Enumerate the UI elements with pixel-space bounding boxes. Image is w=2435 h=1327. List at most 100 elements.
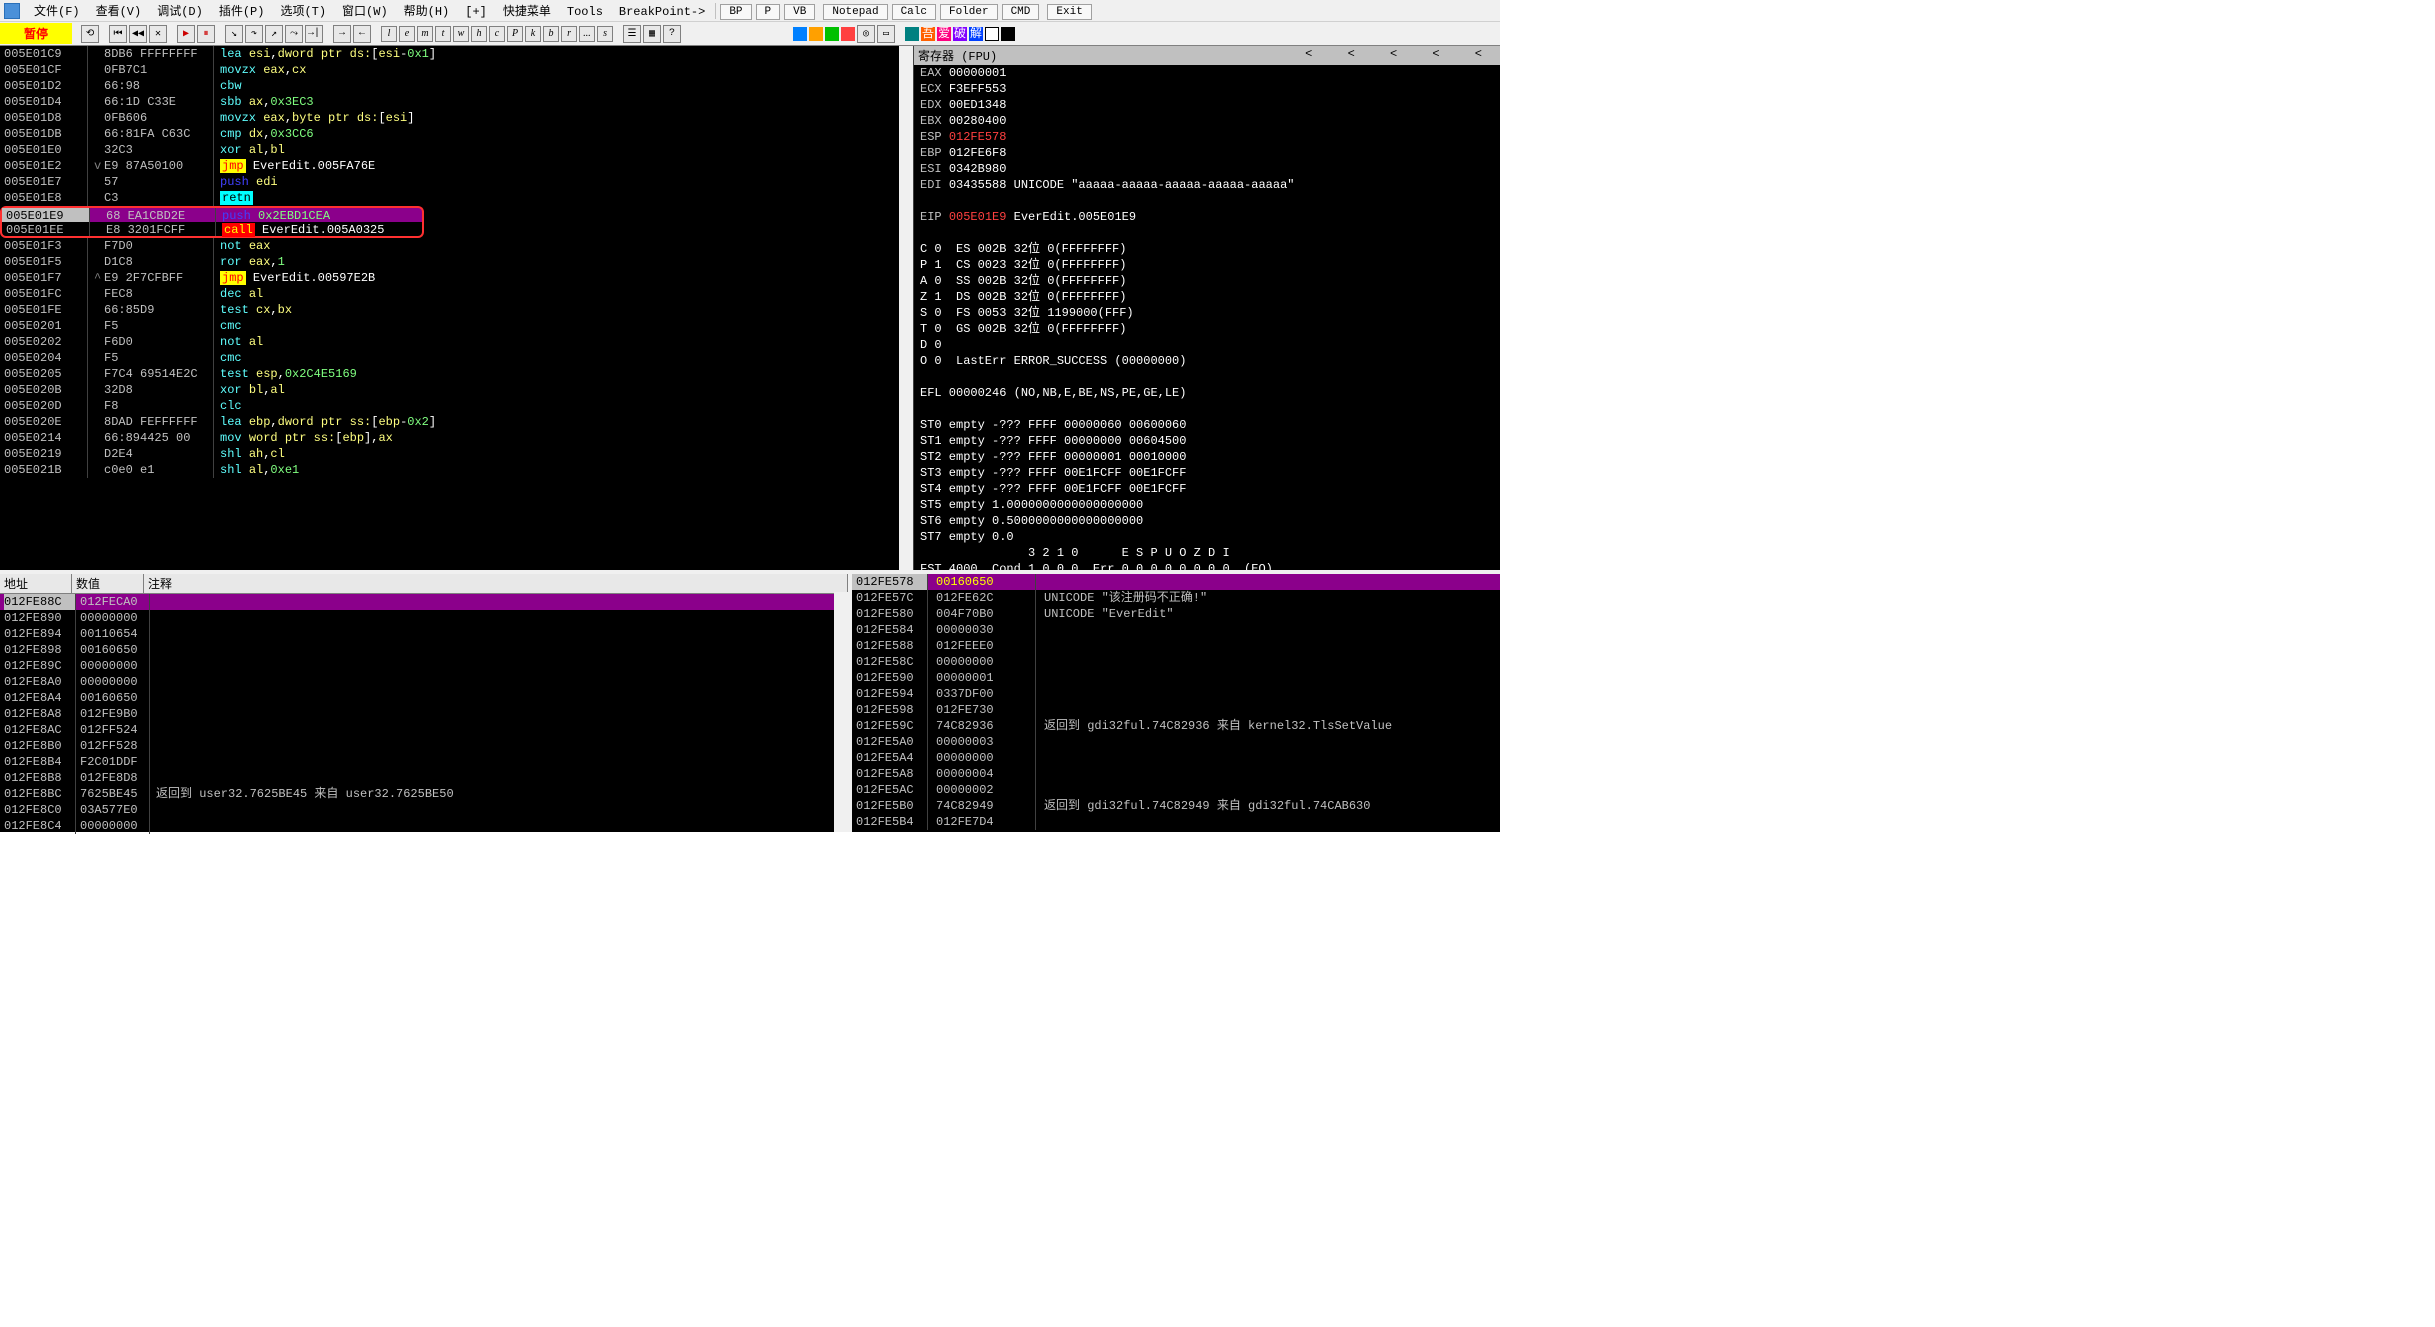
menu-button[interactable]: CMD [1002, 4, 1040, 20]
toolbar-letter-button[interactable]: t [435, 26, 451, 42]
register-line[interactable]: C 0 ES 002B 32位 0(FFFFFFFF) [914, 241, 1500, 257]
menu-item[interactable]: 调试(D) [149, 3, 211, 21]
stack-row[interactable]: 012FE5A800000004 [852, 766, 1500, 782]
disasm-row[interactable]: 005E0219 D2E4shl ah,cl [0, 446, 913, 462]
register-line[interactable] [914, 225, 1500, 241]
toolbar-close-icon[interactable]: ✕ [149, 25, 167, 43]
disasm-row[interactable]: 005E01E2vE9 87A50100jmp EverEdit.005FA76… [0, 158, 913, 174]
disasm-row[interactable]: 005E01E7 57push edi [0, 174, 913, 190]
stack-row[interactable]: 012FE5AC00000002 [852, 782, 1500, 798]
menu-item[interactable]: 快捷菜单 [495, 3, 559, 21]
chevron-left-icon[interactable]: < [1475, 47, 1482, 61]
cjk-box-5[interactable]: 解 [969, 27, 983, 41]
cjk-box-6[interactable] [985, 27, 999, 41]
register-line[interactable]: Z 1 DS 002B 32位 0(FFFFFFFF) [914, 289, 1500, 305]
toolbar-letter-button[interactable]: r [561, 26, 577, 42]
toolbar-letter-button[interactable]: b [543, 26, 559, 42]
register-line[interactable]: ST6 empty 0.5000000000000000000 [914, 513, 1500, 529]
menu-item[interactable]: 文件(F) [26, 3, 88, 21]
register-line[interactable]: ST4 empty -??? FFFF 00E1FCFF 00E1FCFF [914, 481, 1500, 497]
disasm-row[interactable]: 005E01E0 32C3xor al,bl [0, 142, 913, 158]
register-line[interactable]: T 0 GS 002B 32位 0(FFFFFFFF) [914, 321, 1500, 337]
disasm-row[interactable]: 005E01E8 C3retn [0, 190, 913, 206]
dump-row[interactable]: 012FE8AC012FF524 [0, 722, 848, 738]
menu-item[interactable]: [+] [457, 3, 495, 21]
register-line[interactable]: EBP 012FE6F8 [914, 145, 1500, 161]
scrollbar[interactable] [899, 46, 913, 570]
stack-row[interactable]: 012FE5B074C82949返回到 gdi32ful.74C82949 来自… [852, 798, 1500, 814]
toolbar-letter-button[interactable]: ... [579, 26, 595, 42]
disasm-row[interactable]: 005E0214 66:894425 00mov word ptr ss:[eb… [0, 430, 913, 446]
stack-row[interactable]: 012FE5940337DF00 [852, 686, 1500, 702]
cjk-box-2[interactable]: 吾 [921, 27, 935, 41]
color-box-blue[interactable] [793, 27, 807, 41]
menu-button[interactable]: BP [720, 4, 751, 20]
menu-button[interactable]: Notepad [823, 4, 887, 20]
toolbar-rewind-icon[interactable]: ⏮ [109, 25, 127, 43]
disasm-row[interactable]: 005E01CF 0FB7C1movzx eax,cx [0, 62, 913, 78]
menu-button[interactable]: Exit [1047, 4, 1091, 20]
disasm-row[interactable]: 005E0201 F5cmc [0, 318, 913, 334]
register-line[interactable]: P 1 CS 0023 32位 0(FFFFFFFF) [914, 257, 1500, 273]
toolbar-goto-icon[interactable]: → [333, 25, 351, 43]
disasm-row[interactable]: 005E01DB 66:81FA C63Ccmp dx,0x3CC6 [0, 126, 913, 142]
register-line[interactable] [914, 369, 1500, 385]
cjk-box-7[interactable] [1001, 27, 1015, 41]
toolbar-letter-button[interactable]: m [417, 26, 433, 42]
toolbar-letter-button[interactable]: e [399, 26, 415, 42]
stack-row[interactable]: 012FE57800160650 [852, 574, 1500, 590]
disasm-row[interactable]: 005E01F3 F7D0not eax [0, 238, 913, 254]
toolbar-stepout-icon[interactable]: ↗ [265, 25, 283, 43]
chevron-left-icon[interactable]: < [1305, 47, 1312, 61]
toolbar-letter-button[interactable]: c [489, 26, 505, 42]
scrollbar[interactable] [834, 592, 848, 832]
toolbar-stepover-icon[interactable]: ↷ [245, 25, 263, 43]
stack-row[interactable]: 012FE5B4012FE7D4 [852, 814, 1500, 830]
stack-pane[interactable]: 012FE57800160650012FE57C012FE62CUNICODE … [848, 570, 1500, 832]
register-line[interactable]: EIP 005E01E9 EverEdit.005E01E9 [914, 209, 1500, 225]
toolbar-letter-button[interactable]: h [471, 26, 487, 42]
stack-row[interactable]: 012FE598012FE730 [852, 702, 1500, 718]
disasm-row[interactable]: 005E01D8 0FB606movzx eax,byte ptr ds:[es… [0, 110, 913, 126]
toolbar-till-icon[interactable]: →| [305, 25, 323, 43]
register-line[interactable]: EAX 00000001 [914, 65, 1500, 81]
dump-row[interactable]: 012FE8B0012FF528 [0, 738, 848, 754]
menu-item[interactable]: 帮助(H) [396, 3, 458, 21]
menu-button[interactable]: P [756, 4, 781, 20]
dump-row[interactable]: 012FE8B8012FE8D8 [0, 770, 848, 786]
dump-row[interactable]: 012FE8C003A577E0 [0, 802, 848, 818]
toolbar-target-icon[interactable]: ◎ [857, 25, 875, 43]
dump-row[interactable]: 012FE89000000000 [0, 610, 848, 626]
toolbar-letter-button[interactable]: w [453, 26, 469, 42]
dump-row[interactable]: 012FE8C400000000 [0, 818, 848, 834]
chevron-left-icon[interactable]: < [1390, 47, 1397, 61]
dump-row[interactable]: 012FE88C012FECA0 [0, 594, 848, 610]
stack-row[interactable]: 012FE5A400000000 [852, 750, 1500, 766]
toolbar-pause-icon[interactable]: ⏸ [197, 25, 215, 43]
register-line[interactable]: EDX 00ED1348 [914, 97, 1500, 113]
register-line[interactable]: D 0 [914, 337, 1500, 353]
cjk-box-1[interactable] [905, 27, 919, 41]
chevron-left-icon[interactable]: < [1348, 47, 1355, 61]
register-line[interactable]: S 0 FS 0053 32位 1199000(FFF) [914, 305, 1500, 321]
disasm-row[interactable]: 005E020D F8clc [0, 398, 913, 414]
register-line[interactable]: EFL 00000246 (NO,NB,E,BE,NS,PE,GE,LE) [914, 385, 1500, 401]
stack-row[interactable]: 012FE59000000001 [852, 670, 1500, 686]
stack-row[interactable]: 012FE58C00000000 [852, 654, 1500, 670]
disasm-row[interactable]: 005E01FC FEC8dec al [0, 286, 913, 302]
toolbar-run-icon[interactable]: ▶ [177, 25, 195, 43]
register-line[interactable]: O 0 LastErr ERROR_SUCCESS (00000000) [914, 353, 1500, 369]
dump-row[interactable]: 012FE8A000000000 [0, 674, 848, 690]
stack-row[interactable]: 012FE57C012FE62CUNICODE "该注册码不正确!" [852, 590, 1500, 606]
disasm-row[interactable]: 005E01D4 66:1D C33Esbb ax,0x3EC3 [0, 94, 913, 110]
disasm-row[interactable]: 005E01E9 68 EA1CBD2Epush 0x2EBD1CEA [0, 206, 424, 222]
disasm-row[interactable]: 005E021B c0e0 e1shl al,0xe1 [0, 462, 913, 478]
toolbar-help-icon[interactable]: ? [663, 25, 681, 43]
menu-item[interactable]: 窗口(W) [334, 3, 396, 21]
dump-row[interactable]: 012FE89800160650 [0, 642, 848, 658]
dump-row[interactable]: 012FE8A400160650 [0, 690, 848, 706]
register-line[interactable]: EBX 00280400 [914, 113, 1500, 129]
dump-row[interactable]: 012FE8BC7625BE45返回到 user32.7625BE45 来自 u… [0, 786, 848, 802]
chevron-left-icon[interactable]: < [1432, 47, 1439, 61]
dump-row[interactable]: 012FE89C00000000 [0, 658, 848, 674]
